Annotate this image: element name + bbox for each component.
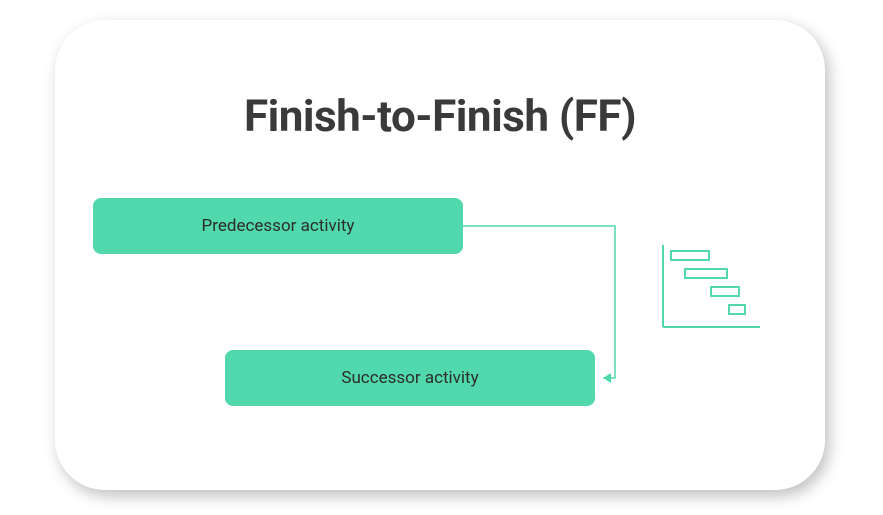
gantt-chart-icon bbox=[655, 245, 765, 335]
successor-label: Successor activity bbox=[341, 368, 478, 388]
successor-activity-box: Successor activity bbox=[225, 350, 595, 406]
diagram-card: Finish-to-Finish (FF) Predecessor activi… bbox=[55, 20, 825, 490]
diagram-title: Finish-to-Finish (FF) bbox=[55, 90, 825, 142]
predecessor-activity-box: Predecessor activity bbox=[93, 198, 463, 254]
predecessor-label: Predecessor activity bbox=[202, 216, 355, 236]
